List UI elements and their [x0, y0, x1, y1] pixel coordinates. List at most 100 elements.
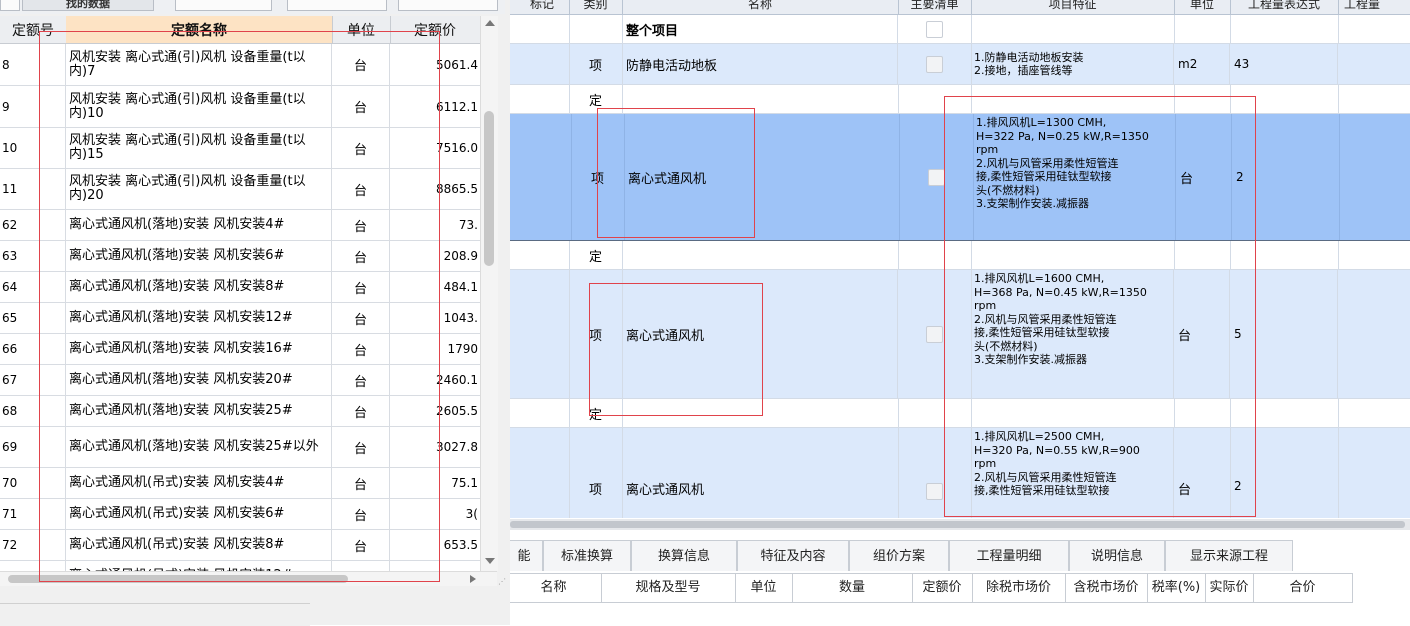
col-header-quota-price[interactable]: 定额价	[912, 574, 973, 602]
quota-lookup-panel: 找的数据 定额号 定额名称 单位 定额价 8 风机安装 离心式通(引)风机 设备重…	[0, 0, 510, 626]
scroll-down-icon[interactable]	[485, 558, 495, 564]
quota-name: 离心式通风机(落地)安装 风机安装6#	[66, 241, 332, 271]
scrollbar-thumb[interactable]	[8, 575, 348, 583]
quota-row[interactable]: 64 离心式通风机(落地)安装 风机安装8# 台 484.1	[0, 272, 480, 303]
quota-unit: 台	[332, 303, 390, 333]
quota-unit: 台	[332, 561, 390, 571]
quota-row[interactable]: 72 离心式通风机(吊式)安装 风机安装8# 台 653.5	[0, 530, 480, 561]
col-header-main-list[interactable]: 主要清单	[898, 0, 972, 14]
tab-partial[interactable]: 能	[505, 540, 543, 571]
col-header-features[interactable]: 项目特征	[971, 0, 1175, 14]
table-row[interactable]: 整个项目	[505, 15, 1410, 44]
table-row[interactable]: 定	[505, 399, 1410, 428]
col-header-expression[interactable]: 工程量表达式	[1230, 0, 1339, 14]
col-header-mark[interactable]: 标记	[515, 0, 570, 14]
scroll-up-icon[interactable]	[485, 20, 495, 26]
main-list-checkbox[interactable]	[900, 114, 974, 240]
tab-standard-conversion[interactable]: 标准换算	[543, 540, 631, 571]
row-expression[interactable]: 2	[1234, 479, 1242, 493]
col-header-res-unit[interactable]: 单位	[735, 574, 793, 602]
row-features: 1.排风风机L=1300 CMH, H=322 Pa, N=0.25 kW,R=…	[973, 114, 1176, 240]
row-expression[interactable]: 2	[1232, 114, 1340, 240]
row-category: 项	[571, 114, 625, 240]
col-header-quota-unit[interactable]: 单位	[332, 16, 391, 43]
toolbar-button[interactable]	[0, 0, 20, 11]
toolbar-button[interactable]	[287, 0, 387, 11]
quota-price: 7516.0	[436, 141, 478, 155]
quota-unit: 台	[332, 86, 390, 127]
row-unit: m2	[1174, 44, 1230, 84]
quota-row[interactable]: 8 风机安装 离心式通(引)风机 设备重量(t以内)7 台 5061.4	[0, 44, 480, 86]
main-horizontal-scrollbar[interactable]	[505, 519, 1410, 530]
main-list-checkbox[interactable]	[898, 44, 972, 84]
main-list-checkbox[interactable]	[898, 270, 972, 398]
quota-code: 11	[0, 169, 66, 209]
col-header-spec[interactable]: 规格及型号	[601, 574, 736, 602]
tab-conversion-info[interactable]: 换算信息	[631, 540, 737, 571]
scroll-right-icon[interactable]	[470, 575, 476, 583]
table-row[interactable]: 定	[505, 241, 1410, 270]
quota-row[interactable]: 69 离心式通风机(落地)安装 风机安装25#以外台 3027.8	[0, 427, 480, 468]
col-header-name[interactable]: 名称	[622, 0, 899, 14]
quota-row[interactable]: 11 风机安装 离心式通(引)风机 设备重量(t以内)20 台 8865.5	[0, 169, 480, 210]
quota-code: 72	[0, 530, 66, 560]
tab-features-content[interactable]: 特征及内容	[737, 540, 849, 571]
col-header-unit[interactable]: 单位	[1174, 0, 1231, 14]
quota-row[interactable]: 73离心式通风机(吊式)安装 风机安装12#台1342.	[0, 561, 480, 571]
quota-unit: 台	[332, 427, 390, 467]
quota-row[interactable]: 66 离心式通风机(落地)安装 风机安装16# 台 1790	[0, 334, 480, 365]
table-row[interactable]: 项 防静电活动地板 1.防静电活动地板安装 2.接地，插座管线等 m2 43	[505, 44, 1410, 85]
quota-code: 10	[0, 128, 66, 168]
table-row[interactable]: 项 离心式通风机 1.排风风机L=2500 CMH, H=320 Pa, N=0…	[505, 428, 1410, 518]
row-expression[interactable]: 5	[1230, 270, 1338, 398]
tab-show-source-project[interactable]: 显示来源工程	[1165, 540, 1293, 571]
quota-row[interactable]: 9 风机安装 离心式通(引)风机 设备重量(t以内)10 台 6112.1	[0, 86, 480, 128]
scrollbar-thumb[interactable]	[484, 111, 494, 266]
row-category	[569, 15, 623, 43]
col-header-quota-price[interactable]: 定额价	[390, 16, 480, 43]
toolbar-button[interactable]	[175, 0, 272, 11]
quota-row[interactable]: 68 离心式通风机(落地)安装 风机安装25# 台 2605.5	[0, 396, 480, 427]
left-vertical-scrollbar[interactable]	[480, 16, 498, 571]
main-list-checkbox[interactable]	[926, 483, 943, 500]
row-features: 1.排风风机L=2500 CMH, H=320 Pa, N=0.55 kW,R=…	[971, 428, 1174, 518]
quota-name: 离心式通风机(落地)安装 风机安装20#	[66, 365, 332, 395]
quota-row[interactable]: 71 离心式通风机(吊式)安装 风机安装6# 台 3(	[0, 499, 480, 530]
table-row[interactable]: 定	[505, 85, 1410, 114]
quota-row[interactable]: 70 离心式通风机(吊式)安装 风机安装4# 台 75.1	[0, 468, 480, 499]
col-header-res-name[interactable]: 名称	[506, 574, 602, 602]
col-header-total[interactable]: 合价	[1253, 574, 1352, 602]
quota-table: 定额号 定额名称 单位 定额价 8 风机安装 离心式通(引)风机 设备重量(t以内…	[0, 16, 480, 571]
quota-row[interactable]: 10 风机安装 离心式通(引)风机 设备重量(t以内)15 台 7516.0	[0, 128, 480, 169]
col-header-category[interactable]: 类别	[569, 0, 623, 14]
tab-description[interactable]: 说明信息	[1069, 540, 1165, 571]
quota-row[interactable]: 67 离心式通风机(落地)安装 风机安装20# 台 2460.1	[0, 365, 480, 396]
tab-pricing-plan[interactable]: 组价方案	[849, 540, 949, 571]
table-row-selected[interactable]: 项 离心式通风机 1.排风风机L=1300 CMH, H=322 Pa, N=0…	[505, 114, 1410, 241]
quota-name: 风机安装 离心式通(引)风机 设备重量(t以内)7	[66, 44, 332, 85]
col-header-quota-name[interactable]: 定额名称	[66, 16, 333, 43]
find-data-button[interactable]: 找的数据	[22, 0, 154, 11]
quota-unit: 台	[332, 530, 390, 560]
quota-price: 8865.5	[436, 182, 478, 196]
col-header-quantity[interactable]: 工程量	[1338, 0, 1410, 14]
col-header-qty[interactable]: 数量	[792, 574, 913, 602]
col-header-quota-code[interactable]: 定额号	[0, 16, 67, 43]
resource-table-header: 名称 规格及型号 单位 数量 定额价 除税市场价 含税市场价 税率(%) 实际价…	[505, 573, 1353, 603]
left-horizontal-scrollbar[interactable]: ⋰	[0, 571, 506, 586]
resize-grip-icon[interactable]: ⋰	[498, 578, 506, 586]
row-expression[interactable]: 43	[1230, 44, 1338, 84]
col-header-actual-price[interactable]: 实际价	[1205, 574, 1254, 602]
quota-row[interactable]: 62 离心式通风机(落地)安装 风机安装4# 台 73.	[0, 210, 480, 241]
quota-row[interactable]: 63 离心式通风机(落地)安装 风机安装6# 台 208.9	[0, 241, 480, 272]
main-list-checkbox[interactable]	[898, 15, 972, 43]
col-header-tax-rate[interactable]: 税率(%)	[1147, 574, 1206, 602]
toolbar-button[interactable]	[398, 0, 498, 11]
col-header-market-price-ex-tax[interactable]: 除税市场价	[972, 574, 1066, 602]
tab-quantity-detail[interactable]: 工程量明细	[949, 540, 1069, 571]
quota-price: 75.1	[451, 476, 478, 490]
quota-name: 风机安装 离心式通(引)风机 设备重量(t以内)10	[66, 86, 332, 127]
col-header-market-price-inc-tax[interactable]: 含税市场价	[1065, 574, 1148, 602]
quota-row[interactable]: 65 离心式通风机(落地)安装 风机安装12# 台 1043.	[0, 303, 480, 334]
table-row[interactable]: 项 离心式通风机 1.排风风机L=1600 CMH, H=368 Pa, N=0…	[505, 270, 1410, 399]
